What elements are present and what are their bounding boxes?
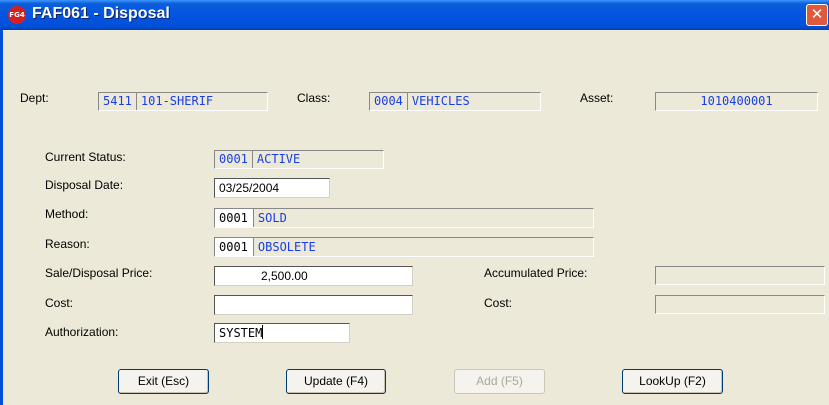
method-select[interactable]: 0001 SOLD <box>214 208 594 228</box>
status-desc: ACTIVE <box>256 152 301 166</box>
title-bar[interactable]: FG4 FAF061 - Disposal ✕ <box>0 0 829 30</box>
dept-desc: 101-SHERIF <box>140 94 214 108</box>
asset-label: Asset: <box>580 91 614 105</box>
sale-price-label: Sale/Disposal Price: <box>45 266 153 280</box>
text-cursor <box>262 325 264 339</box>
close-button[interactable]: ✕ <box>806 4 828 26</box>
cost-label: Cost: <box>45 296 74 310</box>
cost-input[interactable] <box>214 295 413 315</box>
reason-select[interactable]: 0001 OBSOLETE <box>214 237 594 257</box>
accumulated-price-field <box>655 266 825 285</box>
status-code: 0001 <box>215 151 253 168</box>
disposal-date-label: Disposal Date: <box>45 178 124 192</box>
add-button[interactable]: Add (F5) <box>454 369 545 394</box>
current-status-field: 0001 ACTIVE <box>214 150 384 169</box>
update-button[interactable]: Update (F4) <box>286 369 386 394</box>
dept-label: Dept: <box>20 91 49 105</box>
disposal-date-input[interactable]: 03/25/2004 <box>214 178 330 198</box>
window-title: FAF061 - Disposal <box>32 5 170 22</box>
reason-desc: OBSOLETE <box>257 240 316 254</box>
authorization-label: Authorization: <box>45 325 119 339</box>
dept-code: 5411 <box>99 93 137 110</box>
class-label: Class: <box>297 91 331 105</box>
dept-field: 5411 101-SHERIF <box>98 92 268 111</box>
reason-code[interactable]: 0001 <box>215 238 254 256</box>
app-icon: FG4 <box>8 6 26 24</box>
class-field: 0004 VEHICLES <box>369 92 541 111</box>
class-code: 0004 <box>370 93 408 110</box>
current-status-label: Current Status: <box>45 150 126 164</box>
authorization-value: SYSTEM <box>219 326 263 340</box>
accumulated-price-label: Accumulated Price: <box>484 266 588 280</box>
authorization-input[interactable]: SYSTEM <box>214 323 350 343</box>
method-label: Method: <box>45 207 89 221</box>
method-desc: SOLD <box>257 211 287 225</box>
window-frame <box>0 30 3 405</box>
cost2-label: Cost: <box>484 296 513 310</box>
lookup-button[interactable]: LookUp (F2) <box>622 369 723 394</box>
sale-price-input[interactable]: 2,500.00 <box>214 266 413 286</box>
exit-button[interactable]: Exit (Esc) <box>118 369 209 394</box>
method-code[interactable]: 0001 <box>215 209 254 227</box>
asset-field: 1010400001 <box>655 92 818 111</box>
cost2-field <box>655 295 825 314</box>
class-desc: VEHICLES <box>411 94 470 108</box>
reason-label: Reason: <box>45 237 90 251</box>
